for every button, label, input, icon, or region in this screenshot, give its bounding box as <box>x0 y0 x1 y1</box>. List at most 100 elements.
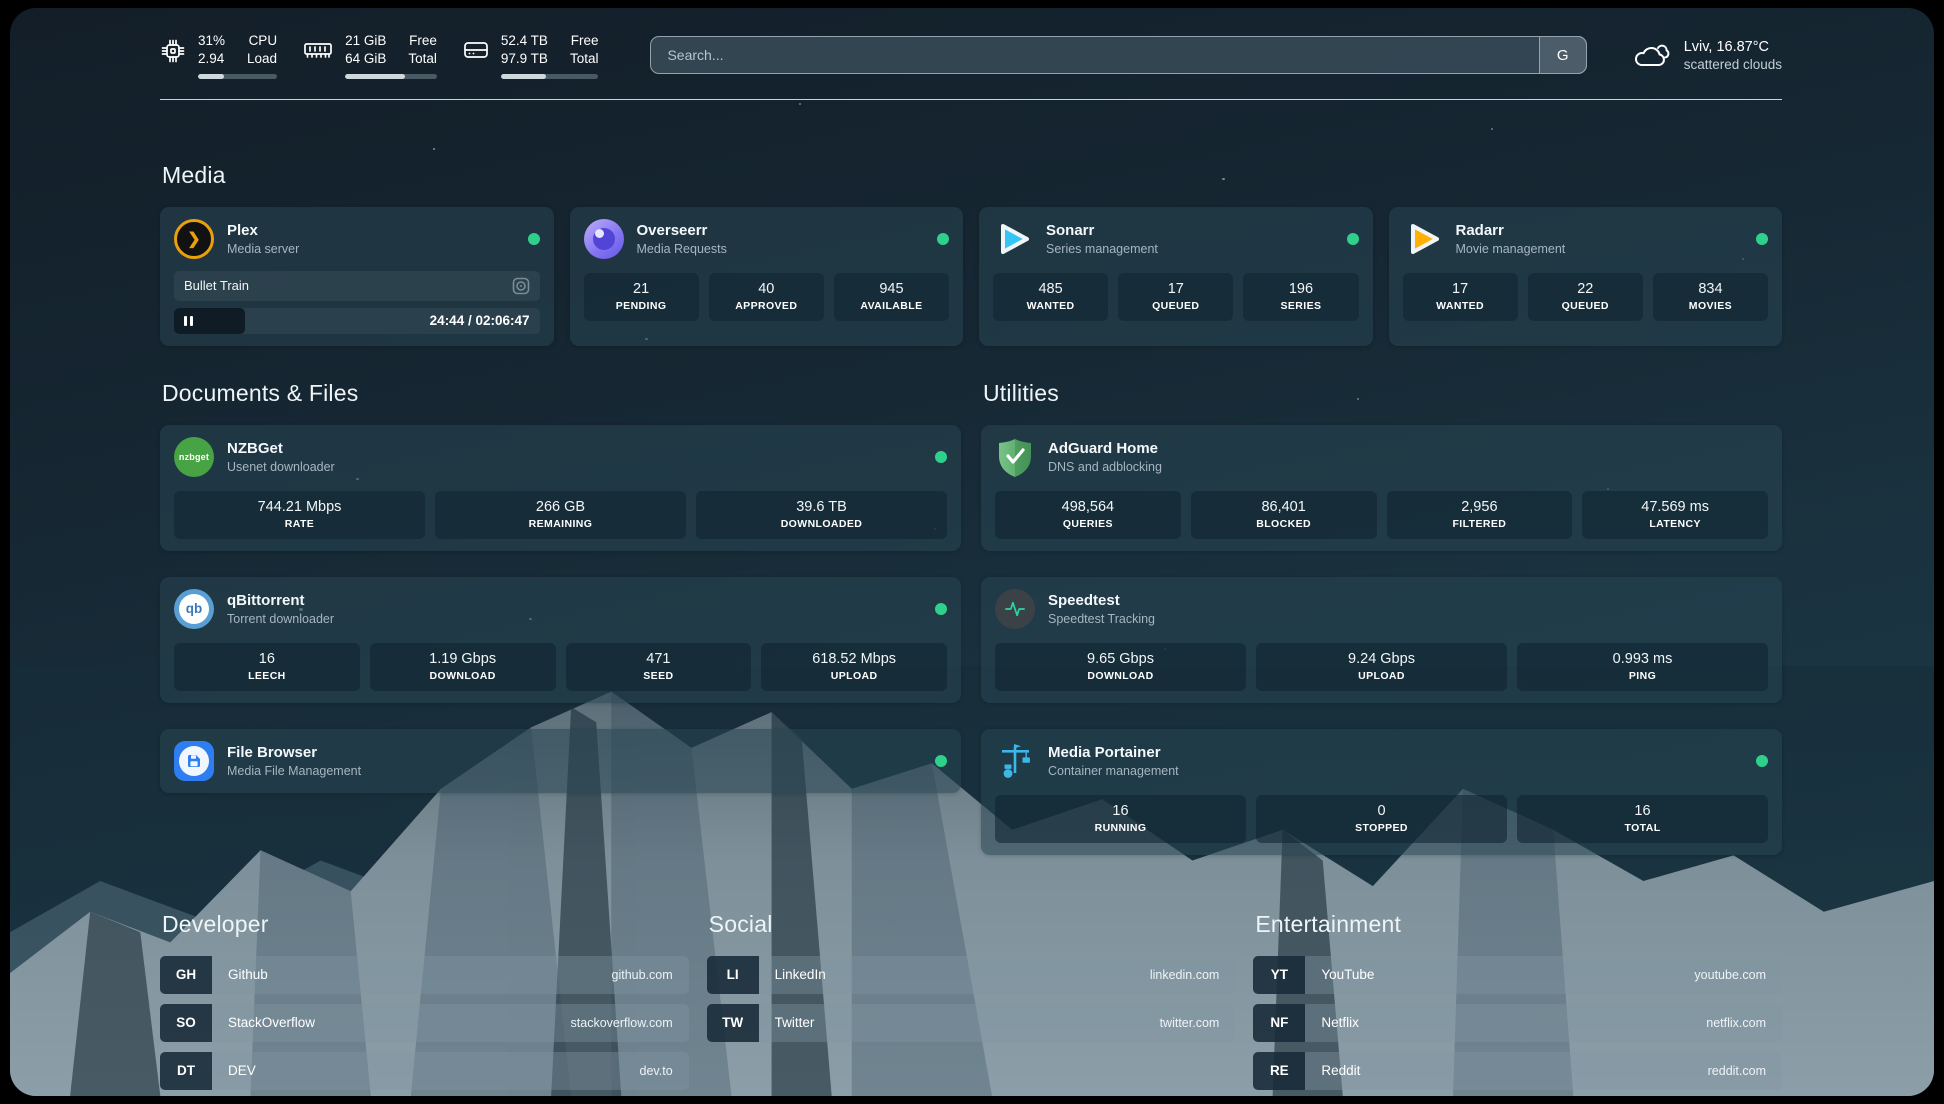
weather-condition: scattered clouds <box>1684 57 1782 72</box>
stat-running: 16RUNNING <box>995 795 1246 843</box>
disk-free-value: 52.4 TB <box>501 32 548 50</box>
top-bar: 31% CPU 2.94 Load 21 GiB Fr <box>10 8 1934 79</box>
stat-blocked: 86,401BLOCKED <box>1191 491 1377 539</box>
bookmark-name: Github <box>212 956 612 994</box>
adguard-icon <box>995 437 1035 477</box>
section-heading-entertainment: Entertainment <box>1255 911 1782 938</box>
bookmark-name: Reddit <box>1305 1052 1707 1090</box>
memory-progressbar <box>345 74 437 79</box>
stat-movies: 834MOVIES <box>1653 273 1768 321</box>
pause-icon[interactable] <box>184 316 193 326</box>
bookmark-name: StackOverflow <box>212 1004 571 1042</box>
service-card-qbittorrent[interactable]: qb qBittorrent Torrent downloader 16LEEC… <box>160 577 961 703</box>
bookmark-abbr: DT <box>160 1052 212 1090</box>
bookmark-url: linkedin.com <box>1150 956 1235 994</box>
service-card-filebrowser[interactable]: File Browser Media File Management <box>160 729 961 793</box>
service-description: Container management <box>1048 764 1179 778</box>
bookmark-url: github.com <box>612 956 689 994</box>
service-name: Sonarr <box>1046 222 1158 239</box>
cpu-load-label: Load <box>247 50 277 68</box>
section-heading-documents: Documents & Files <box>162 380 961 407</box>
header-divider <box>160 99 1782 100</box>
service-name: Media Portainer <box>1048 744 1179 761</box>
stat-pending: 21PENDING <box>584 273 699 321</box>
bookmark-reddit[interactable]: RE Reddit reddit.com <box>1253 1052 1782 1090</box>
cpu-load-value: 2.94 <box>198 50 225 68</box>
service-description: Series management <box>1046 242 1158 256</box>
stat-filtered: 2,956FILTERED <box>1387 491 1573 539</box>
bookmark-name: LinkedIn <box>759 956 1150 994</box>
stat-total: 16TOTAL <box>1517 795 1768 843</box>
disk-progressbar <box>501 74 599 79</box>
bookmark-url: dev.to <box>640 1052 689 1090</box>
status-online-dot <box>935 451 947 463</box>
search-provider-button[interactable]: G <box>1539 36 1587 74</box>
stat-stopped: 0STOPPED <box>1256 795 1507 843</box>
overseerr-icon <box>584 219 624 259</box>
status-online-dot <box>937 233 949 245</box>
playback-progressbar: 24:44 / 02:06:47 <box>174 308 540 334</box>
stat-seed: 471SEED <box>566 643 752 691</box>
stat-download: 9.65 GbpsDOWNLOAD <box>995 643 1246 691</box>
weather-widget: Lviv, 16.87°C scattered clouds <box>1631 39 1782 72</box>
stat-queued: 17QUEUED <box>1118 273 1233 321</box>
search-input[interactable] <box>650 36 1586 74</box>
bookmark-twitter[interactable]: TW Twitter twitter.com <box>707 1004 1236 1042</box>
bookmark-url: twitter.com <box>1160 1004 1236 1042</box>
bookmark-youtube[interactable]: YT YouTube youtube.com <box>1253 956 1782 994</box>
service-description: Speedtest Tracking <box>1048 612 1155 626</box>
disk-total-label: Total <box>570 50 599 68</box>
stat-latency: 47.569 msLATENCY <box>1582 491 1768 539</box>
section-heading-utilities: Utilities <box>983 380 1782 407</box>
homepage-dashboard: 31% CPU 2.94 Load 21 GiB Fr <box>10 8 1934 1096</box>
status-online-dot <box>1756 755 1768 767</box>
disk-total-value: 97.9 TB <box>501 50 548 68</box>
now-playing-row: Bullet Train <box>174 271 540 301</box>
section-heading-social: Social <box>709 911 1236 938</box>
cpu-usage-label: CPU <box>247 32 277 50</box>
bookmark-dev[interactable]: DT DEV dev.to <box>160 1052 689 1090</box>
service-card-portainer[interactable]: Media Portainer Container management 16R… <box>981 729 1782 855</box>
disk-widget: 52.4 TB Free 97.9 TB Total <box>463 32 599 79</box>
cpu-progressbar <box>198 74 277 79</box>
bookmark-abbr: SO <box>160 1004 212 1042</box>
bookmark-name: YouTube <box>1305 956 1694 994</box>
stat-ping: 0.993 msPING <box>1517 643 1768 691</box>
status-online-dot <box>1347 233 1359 245</box>
stat-wanted: 485WANTED <box>993 273 1108 321</box>
service-name: AdGuard Home <box>1048 440 1162 457</box>
stat-upload: 618.52 MbpsUPLOAD <box>761 643 947 691</box>
bookmark-github[interactable]: GH Github github.com <box>160 956 689 994</box>
stat-downloaded: 39.6 TBDOWNLOADED <box>696 491 947 539</box>
stat-queued: 22QUEUED <box>1528 273 1643 321</box>
bookmark-linkedin[interactable]: LI LinkedIn linkedin.com <box>707 956 1236 994</box>
sonarr-icon <box>993 219 1033 259</box>
service-card-nzbget[interactable]: nzbget NZBGet Usenet downloader 744.21 M… <box>160 425 961 551</box>
bookmark-url: netflix.com <box>1706 1004 1782 1042</box>
service-description: Usenet downloader <box>227 460 335 474</box>
disk-icon <box>463 38 489 62</box>
memory-free-value: 21 GiB <box>345 32 386 50</box>
search-bar: G <box>650 36 1586 74</box>
service-description: DNS and adblocking <box>1048 460 1162 474</box>
service-card-radarr[interactable]: Radarr Movie management 17WANTED 22QUEUE… <box>1389 207 1783 346</box>
bookmark-netflix[interactable]: NF Netflix netflix.com <box>1253 1004 1782 1042</box>
stat-download: 1.19 GbpsDOWNLOAD <box>370 643 556 691</box>
service-card-sonarr[interactable]: Sonarr Series management 485WANTED 17QUE… <box>979 207 1373 346</box>
stat-leech: 16LEECH <box>174 643 360 691</box>
service-card-plex[interactable]: ❯ Plex Media server Bullet Train <box>160 207 554 346</box>
disk-free-label: Free <box>570 32 599 50</box>
service-name: qBittorrent <box>227 592 334 609</box>
service-card-speedtest[interactable]: Speedtest Speedtest Tracking 9.65 GbpsDO… <box>981 577 1782 703</box>
service-card-overseerr[interactable]: Overseerr Media Requests 21PENDING 40APP… <box>570 207 964 346</box>
service-card-adguard[interactable]: AdGuard Home DNS and adblocking 498,564Q… <box>981 425 1782 551</box>
status-online-dot <box>1756 233 1768 245</box>
cloud-icon <box>1631 40 1671 70</box>
cpu-usage-value: 31% <box>198 32 225 50</box>
bookmark-stackoverflow[interactable]: SO StackOverflow stackoverflow.com <box>160 1004 689 1042</box>
status-online-dot <box>935 603 947 615</box>
stat-remaining: 266 GBREMAINING <box>435 491 686 539</box>
status-online-dot <box>935 755 947 767</box>
service-description: Media File Management <box>227 764 361 778</box>
qbittorrent-icon: qb <box>174 589 214 629</box>
